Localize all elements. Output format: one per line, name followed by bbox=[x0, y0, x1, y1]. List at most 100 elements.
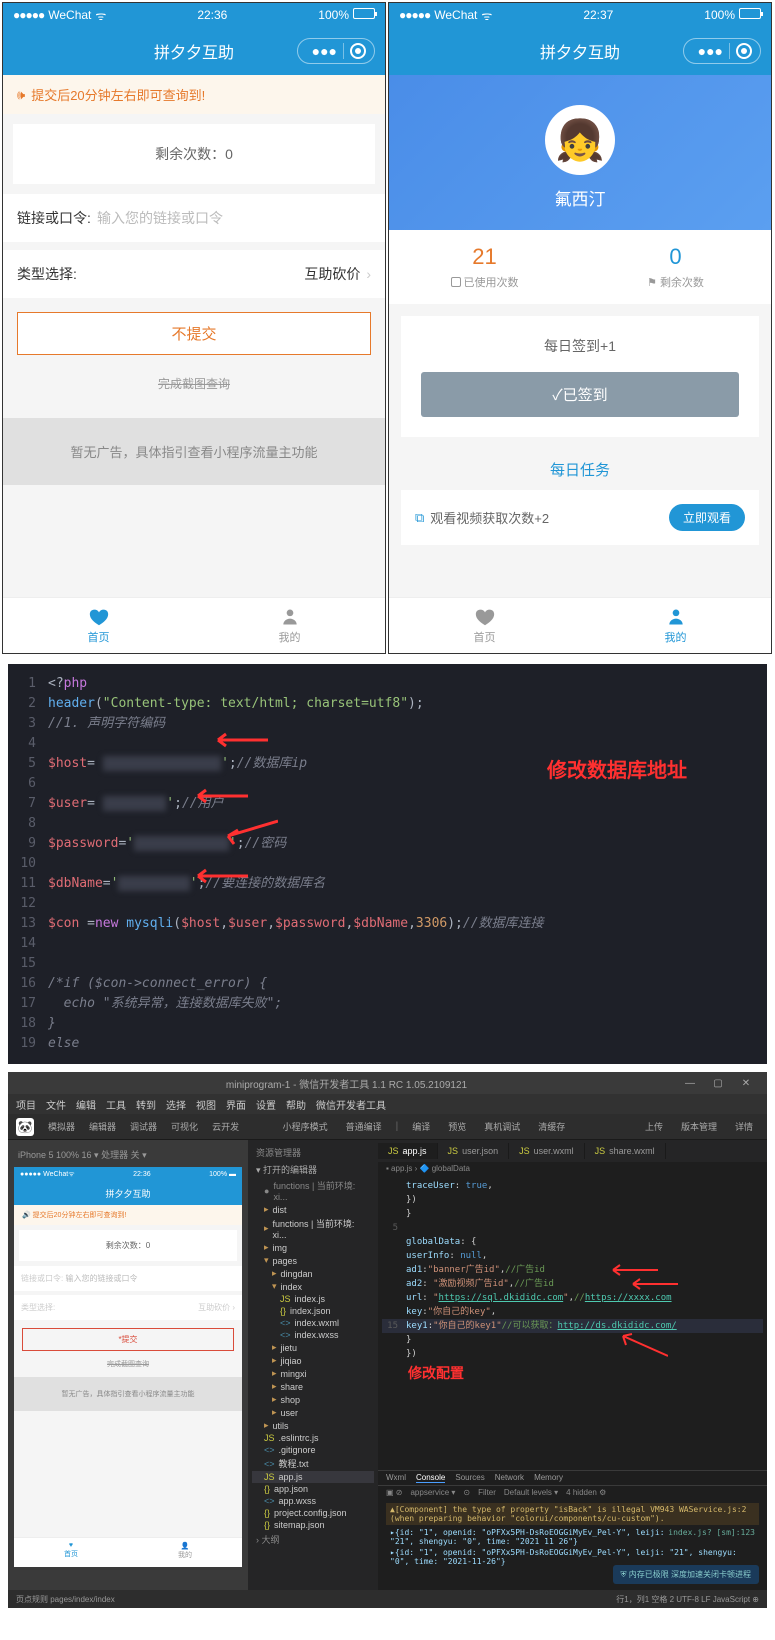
toolbar-button[interactable]: 清缓存 bbox=[532, 1118, 571, 1135]
code-line[interactable]: url: "https://sql.dkididc.com",//https:/… bbox=[382, 1291, 763, 1305]
menu-item[interactable]: 编辑 bbox=[76, 1097, 96, 1112]
code-line[interactable]: 10 bbox=[8, 854, 767, 874]
console-filter-item[interactable]: Default levels ▾ bbox=[504, 1488, 558, 1497]
code-line[interactable]: } bbox=[382, 1333, 763, 1347]
signin-button[interactable]: ✓已签到 bbox=[421, 372, 739, 417]
code-line[interactable]: 12 bbox=[8, 894, 767, 914]
code-line[interactable]: 3//1. 声明字符编码 bbox=[8, 714, 767, 734]
code-line[interactable]: 14 bbox=[8, 934, 767, 954]
code-line[interactable]: 16/*if ($con->connect_error) { bbox=[8, 974, 767, 994]
menu-icon[interactable]: ●●● bbox=[692, 43, 730, 59]
type-select-row[interactable]: 类型选择: 互助砍价 › bbox=[3, 250, 385, 298]
menu-item[interactable]: 项目 bbox=[16, 1097, 36, 1112]
editor-tab[interactable]: JS user.wxml bbox=[509, 1143, 585, 1159]
console-tab[interactable]: Console bbox=[416, 1473, 445, 1483]
code-line[interactable]: 17 echo "系统异常，连接数据库失败"; bbox=[8, 994, 767, 1014]
console-filter-item[interactable]: appservice ▾ bbox=[410, 1488, 455, 1497]
code-line[interactable]: 19else bbox=[8, 1034, 767, 1054]
file-explorer[interactable]: 资源管理器 ▾ 打开的编辑器 ● functions | 当前环境: xi...… bbox=[248, 1140, 378, 1590]
explorer-item[interactable]: JSapp.js bbox=[252, 1471, 374, 1483]
code-line[interactable]: 8 bbox=[8, 814, 767, 834]
link-input[interactable]: 输入您的链接或口令 bbox=[97, 208, 371, 228]
console-filter-item[interactable]: 4 hidden ⚙ bbox=[566, 1488, 606, 1497]
tab-mine[interactable]: 我的 bbox=[580, 598, 771, 653]
explorer-item[interactable]: ▸img bbox=[252, 1241, 374, 1254]
stat-remaining[interactable]: 0 ⚑剩余次数 bbox=[580, 230, 771, 304]
console-filter-item[interactable]: ▣ ⊘ bbox=[386, 1488, 402, 1497]
toolbar-button[interactable]: 可视化 bbox=[165, 1118, 204, 1135]
menu-item[interactable]: 文件 bbox=[46, 1097, 66, 1112]
explorer-item[interactable]: ▸share bbox=[252, 1380, 374, 1393]
code-line[interactable]: 9$password='xxxxxxx';//密码 bbox=[8, 834, 767, 854]
close-target-icon[interactable] bbox=[350, 43, 366, 59]
explorer-item[interactable]: ▸functions | 当前环境: xi... bbox=[252, 1216, 374, 1241]
toolbar-button[interactable]: 预览 bbox=[442, 1118, 472, 1135]
code-line[interactable]: globalData: { bbox=[382, 1235, 763, 1249]
stat-used[interactable]: 21 已使用次数 bbox=[389, 230, 580, 304]
completed-link[interactable]: 完成截图查询 bbox=[3, 369, 385, 398]
explorer-item[interactable]: <>app.wxss bbox=[252, 1495, 374, 1507]
explorer-item[interactable]: ▸mingxi bbox=[252, 1367, 374, 1380]
code-line[interactable]: key:"你自己的key", bbox=[382, 1305, 763, 1319]
menu-item[interactable]: 选择 bbox=[166, 1097, 186, 1112]
code-line[interactable]: 5 bbox=[382, 1221, 763, 1235]
toolbar-button[interactable]: 真机调试 bbox=[478, 1118, 526, 1135]
explorer-item[interactable]: ▸user bbox=[252, 1406, 374, 1419]
panda-avatar-icon[interactable]: 🐼 bbox=[16, 1118, 34, 1136]
nav-capsule[interactable]: ●●● bbox=[683, 38, 761, 64]
explorer-item[interactable]: <>教程.txt bbox=[252, 1456, 374, 1471]
toolbar-button[interactable]: 编辑器 bbox=[83, 1118, 122, 1135]
toolbar-button[interactable]: 普通编译 bbox=[340, 1118, 388, 1135]
explorer-item[interactable]: ▾index bbox=[252, 1280, 374, 1293]
toolbar-button[interactable]: 编译 bbox=[406, 1118, 436, 1135]
toolbar-button[interactable]: 小程序模式 bbox=[277, 1118, 334, 1135]
simulator-phone[interactable]: ●●●●● WeChatᯤ22:36100% ▬ 拼夕夕互助 🔊 提交后20分钟… bbox=[14, 1167, 242, 1567]
close-button[interactable]: ✕ bbox=[733, 1074, 759, 1092]
simulator-settings[interactable]: iPhone 5 100% 16 ▾ 处理器 关 ▾ bbox=[14, 1146, 242, 1163]
console-tab[interactable]: Wxml bbox=[386, 1473, 406, 1483]
code-line[interactable]: ad2: "激励视频广告id",//广告id bbox=[382, 1277, 763, 1291]
explorer-item[interactable]: <>index.wxml bbox=[252, 1317, 374, 1329]
menu-item[interactable]: 转到 bbox=[136, 1097, 156, 1112]
code-line[interactable]: 4 bbox=[8, 734, 767, 754]
code-line[interactable]: 15 bbox=[8, 954, 767, 974]
tab-home[interactable]: 首页 bbox=[389, 598, 580, 653]
memory-badge[interactable]: ⛨ 内存已极限 深度加速关闭卡顿进程 bbox=[613, 1565, 759, 1584]
link-input-row[interactable]: 链接或口令: 输入您的链接或口令 bbox=[3, 194, 385, 242]
console-tab[interactable]: Memory bbox=[534, 1473, 563, 1483]
watch-button[interactable]: 立即观看 bbox=[669, 504, 745, 531]
console-filter-item[interactable]: Filter bbox=[478, 1488, 496, 1497]
explorer-item[interactable]: ▸dist bbox=[252, 1203, 374, 1216]
tab-home[interactable]: 首页 bbox=[3, 598, 194, 653]
minimize-button[interactable]: — bbox=[677, 1074, 703, 1092]
console-tab[interactable]: Network bbox=[495, 1473, 524, 1483]
explorer-item[interactable]: {}index.json bbox=[252, 1305, 374, 1317]
toolbar-button[interactable]: 版本管理 bbox=[675, 1118, 723, 1135]
code-line[interactable]: 18} bbox=[8, 1014, 767, 1034]
avatar[interactable]: 👧 bbox=[545, 105, 615, 175]
explorer-item[interactable]: ▸jietu bbox=[252, 1341, 374, 1354]
menu-item[interactable]: 设置 bbox=[256, 1097, 276, 1112]
editor-tab[interactable]: JS share.wxml bbox=[585, 1143, 666, 1159]
toolbar-button[interactable]: 云开发 bbox=[206, 1118, 245, 1135]
code-line[interactable]: 11$dbName='xxxx';//要连接的数据库名 bbox=[8, 874, 767, 894]
explorer-item[interactable]: <>index.wxss bbox=[252, 1329, 374, 1341]
toolbar-button[interactable]: 模拟器 bbox=[42, 1118, 81, 1135]
tab-mine[interactable]: 我的 bbox=[194, 598, 385, 653]
code-line[interactable]: } bbox=[382, 1207, 763, 1221]
code-line[interactable]: 15 key1:"你自己的key1"//可以获取：http://ds.dkidi… bbox=[382, 1319, 763, 1333]
code-line[interactable]: 1<?php bbox=[8, 674, 767, 694]
code-area[interactable]: traceUser: true, }) }5 globalData: { use… bbox=[378, 1175, 767, 1470]
menu-item[interactable]: 视图 bbox=[196, 1097, 216, 1112]
code-line[interactable]: ad1:"banner广告id",//广告id bbox=[382, 1263, 763, 1277]
menu-item[interactable]: 微信开发者工具 bbox=[316, 1097, 386, 1112]
breadcrumb[interactable]: ▪ app.js › 🔷 globalData bbox=[378, 1162, 767, 1175]
explorer-item[interactable]: {}project.config.json bbox=[252, 1507, 374, 1519]
toolbar-button[interactable]: 调试器 bbox=[124, 1118, 163, 1135]
menu-icon[interactable]: ●●● bbox=[306, 43, 344, 59]
toolbar-button[interactable]: 详情 bbox=[729, 1118, 759, 1135]
explorer-item[interactable]: ▸utils bbox=[252, 1419, 374, 1432]
explorer-item[interactable]: ▸dingdan bbox=[252, 1267, 374, 1280]
explorer-item[interactable]: ▾pages bbox=[252, 1254, 374, 1267]
menu-item[interactable]: 工具 bbox=[106, 1097, 126, 1112]
